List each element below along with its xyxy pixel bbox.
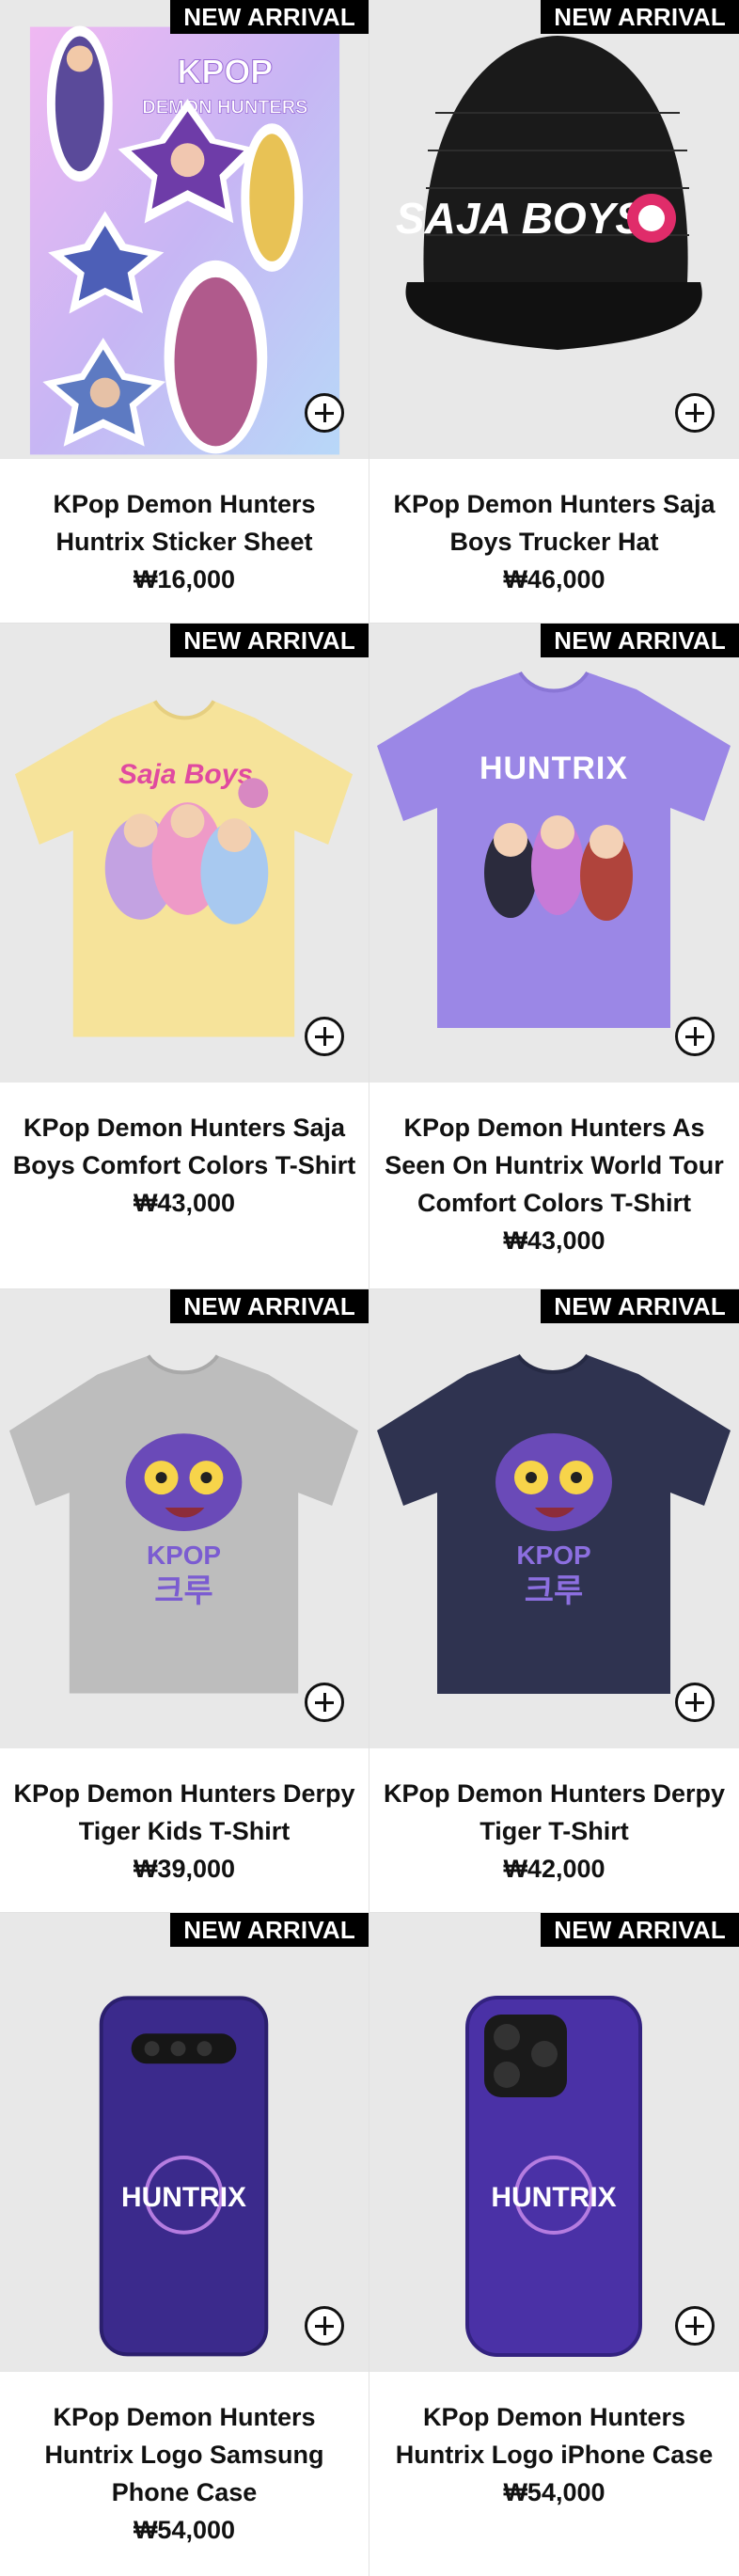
tshirt-grey-image: KPOP 크루 bbox=[8, 1354, 359, 1694]
new-arrival-badge: NEW ARRIVAL bbox=[170, 1913, 369, 1947]
product-name[interactable]: KPop Demon Hunters Saja Boys Comfort Col… bbox=[9, 1109, 359, 1184]
product-name[interactable]: KPop Demon Hunters Derpy Tiger T-Shirt bbox=[379, 1775, 730, 1850]
svg-text:크루: 크루 bbox=[154, 1572, 212, 1609]
new-arrival-badge: NEW ARRIVAL bbox=[170, 1289, 369, 1323]
product-image[interactable]: HUNTRIX NEW ARRIVAL bbox=[0, 1913, 369, 2372]
tshirt-purple-image: HUNTRIX bbox=[377, 671, 731, 1028]
product-name[interactable]: KPop Demon Hunters As Seen On Huntrix Wo… bbox=[379, 1109, 730, 1222]
case-logo-text: HUNTRIX bbox=[491, 2182, 616, 2213]
new-arrival-badge: NEW ARRIVAL bbox=[170, 0, 369, 34]
new-arrival-badge: NEW ARRIVAL bbox=[541, 624, 739, 657]
product-name[interactable]: KPop Demon Hunters Derpy Tiger Kids T-Sh… bbox=[9, 1775, 359, 1850]
tshirt-navy-image: KPOP 크루 bbox=[377, 1353, 731, 1694]
shirt-logo-text: HUNTRIX bbox=[480, 751, 628, 786]
product-image[interactable]: HUNTRIX NEW ARRIVAL bbox=[370, 1913, 739, 2372]
product-card[interactable]: HUNTRIX NEW ARRIVAL KPop Demon Hunters H… bbox=[0, 1913, 370, 2576]
product-price: ₩54,000 bbox=[503, 2478, 605, 2506]
hat-logo-text: SAJA BOYS bbox=[396, 194, 644, 243]
add-to-cart-plus-icon[interactable] bbox=[675, 1017, 715, 1056]
new-arrival-badge: NEW ARRIVAL bbox=[541, 1913, 739, 1947]
product-card[interactable]: KPOP 크루 NEW ARRIVAL KPop Demon Hunters D… bbox=[0, 1289, 370, 1913]
add-to-cart-plus-icon[interactable] bbox=[675, 1683, 715, 1722]
add-to-cart-plus-icon[interactable] bbox=[305, 1017, 344, 1056]
product-image[interactable]: SAJA BOYS NEW ARRIVAL bbox=[370, 0, 739, 459]
shirt-logo-text: Saja Boys bbox=[118, 759, 253, 790]
sticker-title-text: KPOP bbox=[178, 53, 274, 90]
iphone-case-image: HUNTRIX bbox=[465, 1996, 642, 2357]
new-arrival-badge: NEW ARRIVAL bbox=[541, 1289, 739, 1323]
add-to-cart-plus-icon[interactable] bbox=[675, 2306, 715, 2346]
product-image[interactable]: KPOP 크루 NEW ARRIVAL bbox=[370, 1289, 739, 1748]
samsung-case-image: HUNTRIX bbox=[99, 1996, 269, 2357]
sticker-sheet-image: KPOP DEMON HUNTERS bbox=[29, 25, 340, 455]
product-price: ₩42,000 bbox=[503, 1855, 605, 1883]
add-to-cart-plus-icon[interactable] bbox=[305, 393, 344, 433]
new-arrival-badge: NEW ARRIVAL bbox=[170, 624, 369, 657]
product-price: ₩54,000 bbox=[133, 2516, 236, 2544]
product-card[interactable]: KPOP DEMON HUNTERS NEW ARRIVAL KPop Demo… bbox=[0, 0, 370, 624]
product-card[interactable]: SAJA BOYS NEW ARRIVAL KPop Demon Hunters… bbox=[370, 0, 739, 624]
product-card[interactable]: HUNTRIX NEW ARRIVAL KPop Demon Hunters A… bbox=[370, 624, 739, 1289]
product-image[interactable]: Saja Boys NEW ARRIVAL bbox=[0, 624, 369, 1083]
add-to-cart-plus-icon[interactable] bbox=[675, 393, 715, 433]
add-to-cart-plus-icon[interactable] bbox=[305, 2306, 344, 2346]
product-name[interactable]: KPop Demon Hunters Saja Boys Trucker Hat bbox=[385, 485, 724, 561]
product-price: ₩43,000 bbox=[133, 1189, 236, 1217]
product-price: ₩16,000 bbox=[133, 565, 236, 593]
product-image[interactable]: HUNTRIX NEW ARRIVAL bbox=[370, 624, 739, 1083]
product-image[interactable]: KPOP 크루 NEW ARRIVAL bbox=[0, 1289, 369, 1748]
product-image[interactable]: KPOP DEMON HUNTERS NEW ARRIVAL bbox=[0, 0, 369, 459]
add-to-cart-plus-icon[interactable] bbox=[305, 1683, 344, 1722]
svg-text:DEMON HUNTERS: DEMON HUNTERS bbox=[142, 97, 307, 118]
product-price: ₩43,000 bbox=[503, 1226, 605, 1255]
product-grid: KPOP DEMON HUNTERS NEW ARRIVAL KPop Demo… bbox=[0, 0, 739, 2576]
svg-text:크루: 크루 bbox=[525, 1572, 584, 1610]
product-name[interactable]: KPop Demon Hunters Huntrix Sticker Sheet bbox=[29, 485, 339, 561]
product-card[interactable]: HUNTRIX NEW ARRIVAL KPop Demon Hunters H… bbox=[370, 1913, 739, 2576]
product-price: ₩46,000 bbox=[503, 565, 605, 593]
new-arrival-badge: NEW ARRIVAL bbox=[541, 0, 739, 34]
product-name[interactable]: KPop Demon Hunters Huntrix Logo Samsung … bbox=[29, 2398, 339, 2511]
tshirt-yellow-image: Saja Boys bbox=[14, 700, 354, 1037]
product-price: ₩39,000 bbox=[133, 1855, 236, 1883]
shirt-logo-text: KPOP bbox=[516, 1541, 590, 1570]
case-logo-text: HUNTRIX bbox=[121, 2182, 246, 2213]
product-card[interactable]: KPOP 크루 NEW ARRIVAL KPop Demon Hunters D… bbox=[370, 1289, 739, 1913]
shirt-logo-text: KPOP bbox=[147, 1541, 221, 1570]
product-name[interactable]: KPop Demon Hunters Huntrix Logo iPhone C… bbox=[379, 2398, 730, 2473]
trucker-hat-image: SAJA BOYS bbox=[396, 36, 702, 350]
product-card[interactable]: Saja Boys NEW ARRIVAL KPop Demon Hunters… bbox=[0, 624, 370, 1289]
